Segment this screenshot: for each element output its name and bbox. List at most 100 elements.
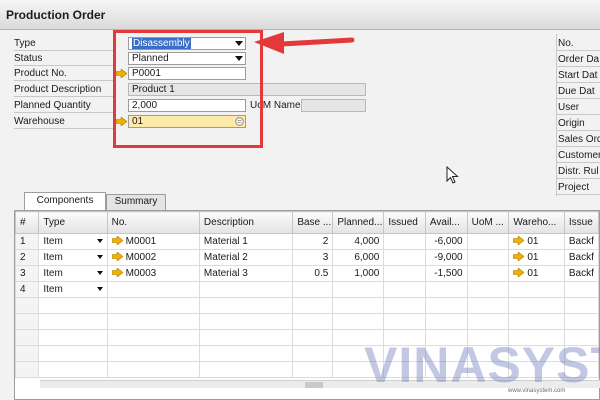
issue-method-cell[interactable]: Backf xyxy=(563,249,600,266)
item-no-cell[interactable]: M0002 xyxy=(106,249,200,266)
type-value: Item xyxy=(43,268,63,279)
description-cell[interactable] xyxy=(198,281,294,298)
right-label-user: User xyxy=(558,102,580,113)
issue-method-cell[interactable]: Backf xyxy=(563,265,600,282)
empty-cell xyxy=(198,345,294,362)
window-titlebar: Production Order xyxy=(0,0,600,30)
empty-cell xyxy=(332,313,385,330)
type-value: Item xyxy=(43,252,63,263)
column-header[interactable]: Base ... xyxy=(292,211,334,234)
column-header[interactable]: No. xyxy=(106,211,200,234)
right-label-origin: Origin xyxy=(558,118,585,129)
planned-qty-cell[interactable]: 6,000 xyxy=(332,249,385,266)
type-cell[interactable]: Item xyxy=(38,249,108,266)
chevron-down-icon[interactable] xyxy=(96,271,103,275)
item-no-cell[interactable]: M0003 xyxy=(106,265,200,282)
column-header[interactable]: Description xyxy=(198,211,294,234)
empty-cell xyxy=(38,313,108,330)
warehouse-cell[interactable] xyxy=(508,281,565,298)
divider xyxy=(556,178,600,179)
column-header[interactable]: Type xyxy=(38,211,108,234)
type-value: Item xyxy=(43,284,63,295)
item-no-value: M0001 xyxy=(125,236,157,247)
item-no-value: M0003 xyxy=(125,268,157,279)
column-header[interactable]: Issue xyxy=(563,211,600,234)
scrollbar-thumb[interactable] xyxy=(305,382,323,388)
empty-cell xyxy=(198,361,294,378)
link-arrow-icon[interactable] xyxy=(513,252,525,261)
description-cell[interactable]: Material 3 xyxy=(198,265,294,282)
base-qty-cell[interactable]: 2 xyxy=(292,233,334,250)
row-number: 4 xyxy=(14,281,40,298)
type-cell[interactable]: Item xyxy=(38,281,108,298)
empty-cell xyxy=(292,329,334,346)
row-number xyxy=(14,297,40,314)
issued-cell xyxy=(383,281,426,298)
link-arrow-icon[interactable] xyxy=(111,268,123,277)
uom-cell xyxy=(466,233,510,250)
product-description-label: Product Description xyxy=(14,84,102,95)
empty-cell xyxy=(106,361,200,378)
description-cell[interactable]: Material 1 xyxy=(198,233,294,250)
column-header[interactable]: Wareho... xyxy=(508,211,565,234)
planned-qty-cell[interactable] xyxy=(332,281,385,298)
empty-cell xyxy=(106,297,200,314)
empty-cell xyxy=(38,297,108,314)
issue-method-cell[interactable] xyxy=(563,281,600,298)
item-no-cell[interactable] xyxy=(106,281,200,298)
divider xyxy=(556,114,600,115)
warehouse-label: Warehouse xyxy=(14,116,65,127)
empty-cell xyxy=(424,297,468,314)
base-qty-cell[interactable] xyxy=(292,281,334,298)
link-arrow-icon[interactable] xyxy=(513,268,525,277)
chevron-down-icon[interactable] xyxy=(96,255,103,259)
column-header[interactable]: UoM ... xyxy=(466,211,510,234)
available-cell: -6,000 xyxy=(424,233,468,250)
table-header-row: # Type No. Description Base ... Planned.… xyxy=(14,211,600,234)
tab-summary[interactable]: Summary xyxy=(106,194,166,210)
column-header[interactable]: Issued xyxy=(383,211,426,234)
empty-cell xyxy=(38,329,108,346)
watermark-url: www.vinasystem.com xyxy=(508,388,566,394)
base-qty-cell[interactable]: 0.5 xyxy=(292,265,334,282)
right-label-due-date: Due Dat xyxy=(558,86,595,97)
item-no-cell[interactable]: M0001 xyxy=(106,233,200,250)
empty-cell xyxy=(292,345,334,362)
column-header[interactable]: Planned... xyxy=(332,211,385,234)
divider xyxy=(556,194,600,195)
divider xyxy=(556,34,557,196)
row-number: 1 xyxy=(14,233,40,250)
empty-cell xyxy=(198,297,294,314)
column-header[interactable]: Avail... xyxy=(424,211,468,234)
warehouse-cell[interactable]: 01 xyxy=(508,265,565,282)
right-label-start-date: Start Dat xyxy=(558,70,598,81)
uom-cell xyxy=(466,265,510,282)
warehouse-cell[interactable]: 01 xyxy=(508,249,565,266)
planned-qty-cell[interactable]: 4,000 xyxy=(332,233,385,250)
description-cell[interactable]: Material 2 xyxy=(198,249,294,266)
base-qty-cell[interactable]: 3 xyxy=(292,249,334,266)
link-arrow-icon[interactable] xyxy=(111,252,123,261)
warehouse-cell[interactable]: 01 xyxy=(508,233,565,250)
type-cell[interactable]: Item xyxy=(38,265,108,282)
empty-cell xyxy=(106,329,200,346)
available-cell: -1,500 xyxy=(424,265,468,282)
divider xyxy=(14,80,114,81)
planned-qty-cell[interactable]: 1,000 xyxy=(332,265,385,282)
right-label-distr-rule: Distr. Rul xyxy=(558,166,599,177)
issue-method-cell[interactable]: Backf xyxy=(563,233,600,250)
link-arrow-icon[interactable] xyxy=(513,236,525,245)
chevron-down-icon[interactable] xyxy=(96,287,103,291)
table-row: 3 Item M0003 Material 3 0.5 1,000 -1,500… xyxy=(14,265,600,282)
divider xyxy=(556,130,600,131)
warehouse-value: 01 xyxy=(527,268,539,279)
column-header[interactable]: # xyxy=(14,211,40,234)
issued-cell xyxy=(383,233,426,250)
chevron-down-icon[interactable] xyxy=(96,239,103,243)
link-arrow-icon[interactable] xyxy=(111,236,123,245)
tab-components[interactable]: Components xyxy=(24,192,106,211)
uom-cell xyxy=(466,249,510,266)
type-cell[interactable]: Item xyxy=(38,233,108,250)
uom-cell xyxy=(466,281,510,298)
type-label: Type xyxy=(14,38,36,49)
